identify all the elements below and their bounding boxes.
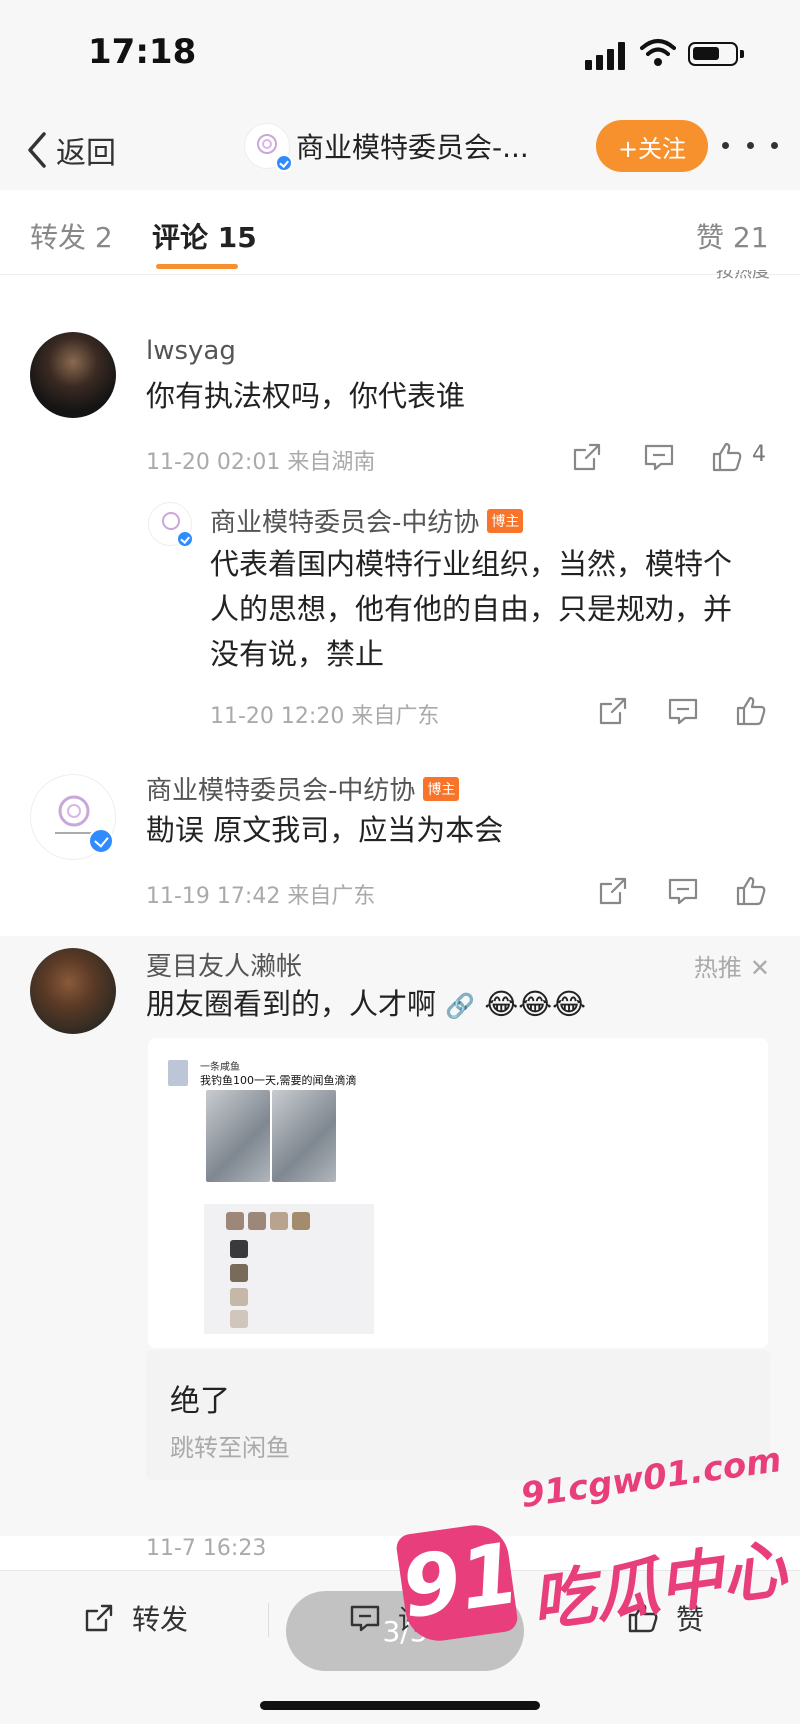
- laugh-cry-emoji: 😂😂😂: [484, 987, 586, 1021]
- embedded-likes-box: [204, 1204, 374, 1334]
- embedded-photo: [206, 1090, 270, 1182]
- comment-username[interactable]: 商业模特委员会-中纺协 博主: [210, 502, 524, 539]
- nav-bar: 返回 商业模特委员会-... +关注: [0, 110, 800, 190]
- like-icon[interactable]: [734, 874, 768, 908]
- comment-text: 代表着国内模特行业组织，当然，模特个人的思想，他有他的自由，只是规劝，并没有说，…: [210, 547, 733, 671]
- verified-badge-icon: [176, 530, 194, 548]
- follow-button[interactable]: +关注: [596, 120, 708, 172]
- comment-time: 11-20 12:20: [210, 704, 345, 729]
- comment-time: 11-19 17:42: [146, 884, 281, 909]
- comment-text: 勘误 原文我司，应当为本会: [146, 813, 504, 847]
- wifi-icon: [640, 39, 676, 66]
- repost-button[interactable]: 转发: [82, 1593, 188, 1643]
- chevron-left-icon: [28, 132, 46, 168]
- repost-icon[interactable]: [596, 874, 630, 908]
- status-time: 17:18: [88, 32, 197, 72]
- comment-username[interactable]: 商业模特委员会-中纺协 博主: [146, 770, 460, 807]
- repost-icon: [85, 1604, 113, 1632]
- verified-badge-icon: [275, 154, 293, 172]
- home-indicator: [260, 1701, 540, 1710]
- account-avatar[interactable]: [244, 123, 293, 172]
- verified-badge-icon: [88, 828, 114, 854]
- comment-icon[interactable]: [642, 440, 676, 474]
- avatar[interactable]: [30, 332, 116, 418]
- back-button[interactable]: 返回: [22, 122, 116, 178]
- comment-username[interactable]: 夏目友人濑帐: [146, 946, 302, 983]
- link-card-subtitle: 跳转至闲鱼: [170, 1434, 290, 1462]
- comment-text: 朋友圈看到的，人才啊 🔗 😂😂😂: [146, 987, 586, 1021]
- like-icon[interactable]: [710, 440, 744, 474]
- comment-location: 来自广东: [351, 704, 440, 729]
- repost-icon[interactable]: [596, 694, 630, 728]
- comment-location: 来自湖南: [287, 450, 376, 475]
- comment-icon: [350, 1605, 380, 1632]
- comment-time: 11-20 02:01: [146, 450, 281, 475]
- repost-icon[interactable]: [570, 440, 604, 474]
- link-icon[interactable]: 🔗: [445, 992, 475, 1020]
- watermark-number: 91: [395, 1523, 526, 1638]
- divider: [268, 1603, 269, 1637]
- link-card-title: 绝了: [170, 1384, 230, 1419]
- more-options-icon[interactable]: [722, 130, 778, 160]
- comment-image[interactable]: 一条咸鱼 我钓鱼100一天,需要的闻鱼滴滴: [148, 1038, 768, 1348]
- tab-likes[interactable]: 赞 21: [696, 216, 769, 256]
- comment-text: 你有执法权吗，你代表谁: [146, 379, 466, 413]
- battery-icon: [688, 42, 744, 66]
- hot-recommend-label[interactable]: 热推 ✕: [694, 948, 770, 983]
- comment-location: 来自广东: [287, 884, 376, 909]
- sort-toggle[interactable]: 按热度: [716, 270, 770, 282]
- embedded-post-author: 一条咸鱼: [200, 1062, 240, 1073]
- like-icon[interactable]: [734, 694, 768, 728]
- blogger-badge: 博主: [487, 508, 524, 533]
- comment-time: 11-7 16:23: [146, 1536, 267, 1561]
- blogger-badge: 博主: [423, 776, 460, 801]
- signal-icon: [585, 42, 627, 70]
- comment-icon[interactable]: [666, 874, 700, 908]
- avatar[interactable]: [30, 948, 116, 1034]
- embedded-photo: [272, 1090, 336, 1182]
- close-icon[interactable]: ✕: [750, 954, 770, 982]
- status-bar: 17:18: [0, 0, 800, 110]
- tab-bar: 转发 2 评论 15 赞 21: [0, 190, 800, 275]
- like-count: 4: [752, 442, 766, 467]
- page-title: 商业模特委员会-...: [296, 131, 529, 164]
- embedded-post-text: 我钓鱼100一天,需要的闻鱼滴滴: [200, 1074, 357, 1087]
- embedded-avatar: [168, 1060, 188, 1086]
- comment-username[interactable]: lwsyag: [146, 336, 236, 366]
- tab-reposts[interactable]: 转发 2: [30, 216, 113, 256]
- tab-comments[interactable]: 评论 15: [152, 216, 257, 256]
- back-label: 返回: [56, 136, 116, 171]
- active-tab-indicator: [156, 264, 238, 269]
- comment-icon[interactable]: [666, 694, 700, 728]
